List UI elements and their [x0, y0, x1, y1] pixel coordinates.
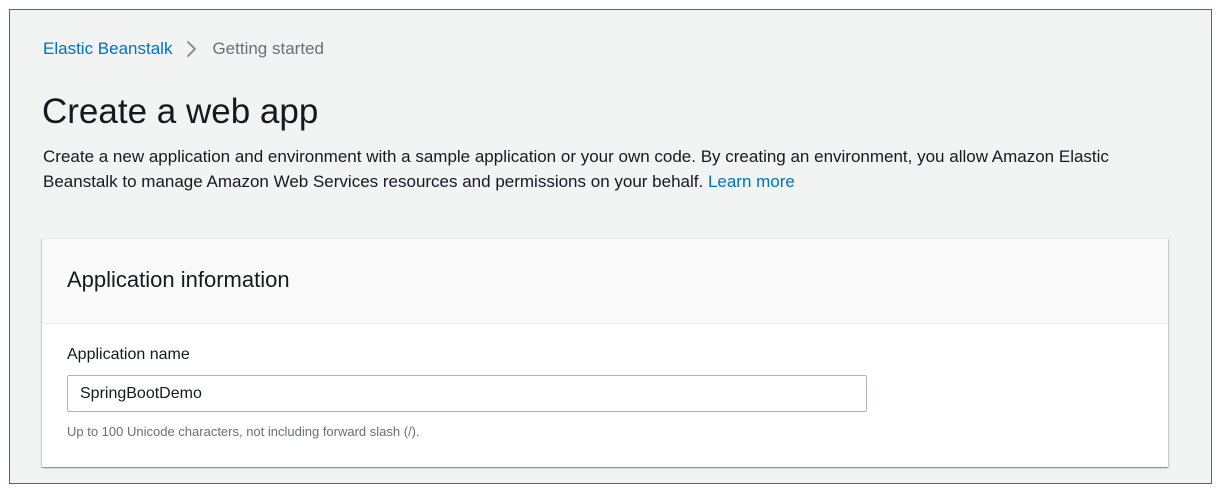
application-name-constraint: Up to 100 Unicode characters, not includ…	[67, 424, 420, 439]
page-description: Create a new application and environment…	[43, 144, 1183, 194]
page-title: Create a web app	[42, 92, 319, 131]
description-text: Create a new application and environment…	[43, 147, 1109, 191]
panel-title: Application information	[67, 267, 290, 292]
breadcrumb-item-elastic-beanstalk[interactable]: Elastic Beanstalk	[43, 39, 172, 59]
learn-more-link[interactable]: Learn more	[708, 172, 795, 191]
breadcrumb: Elastic Beanstalk Getting started	[43, 39, 324, 59]
application-information-panel: Application information Application name…	[42, 238, 1168, 467]
panel-header: Application information	[42, 239, 1168, 324]
chevron-right-icon	[184, 39, 198, 59]
application-name-input[interactable]	[67, 375, 867, 412]
page-frame: Elastic Beanstalk Getting started Create…	[9, 9, 1212, 484]
breadcrumb-item-getting-started: Getting started	[212, 39, 324, 58]
application-name-label: Application name	[67, 346, 190, 363]
